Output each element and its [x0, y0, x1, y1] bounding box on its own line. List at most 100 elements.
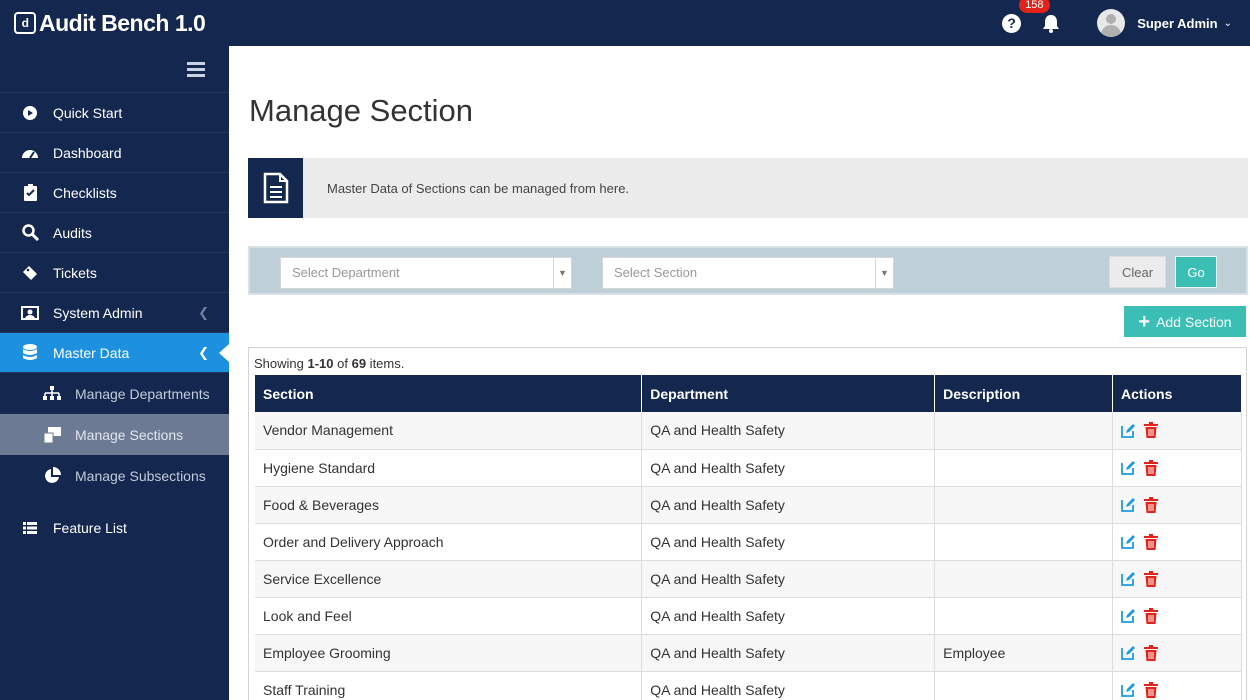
sidebar-item-audits[interactable]: Audits: [0, 213, 229, 253]
section-select[interactable]: Select Section ▼: [602, 257, 894, 289]
sidebar-subitem-label: Manage Departments: [75, 385, 210, 402]
department-select[interactable]: Select Department ▼: [280, 257, 572, 289]
table-row: Food & Beverages QA and Health Safety: [255, 486, 1242, 524]
help-icon[interactable]: ?: [1002, 13, 1022, 33]
info-banner: Master Data of Sections can be managed f…: [248, 158, 1248, 218]
section-select-placeholder: Select Section: [614, 265, 698, 280]
table-row: Staff Training QA and Health Safety: [255, 671, 1242, 700]
actions-cell: [1112, 449, 1242, 487]
edit-icon[interactable]: [1121, 497, 1136, 512]
system-admin-icon: [20, 303, 40, 323]
top-navbar: d Audit Bench 1.0 ? 158 Super Admin ⌄: [0, 0, 1250, 46]
department-cell: QA and Health Safety: [641, 523, 936, 561]
sidebar-item-dashboard[interactable]: Dashboard: [0, 133, 229, 173]
sidebar-item-label: Master Data: [53, 344, 130, 361]
sidebar-item-quick-start[interactable]: Quick Start: [0, 93, 229, 133]
column-header-department[interactable]: Department: [641, 375, 936, 412]
clear-button[interactable]: Clear: [1109, 256, 1166, 288]
description-cell: Employee: [934, 634, 1114, 672]
pie-chart-icon: [42, 466, 62, 486]
filter-bar: Select Department ▼ Select Section ▼ Cle…: [248, 246, 1248, 295]
department-cell: QA and Health Safety: [641, 634, 936, 672]
table-row: Vendor Management QA and Health Safety: [255, 412, 1242, 450]
edit-icon[interactable]: [1121, 460, 1136, 475]
info-text: Master Data of Sections can be managed f…: [327, 180, 630, 196]
chevron-down-icon[interactable]: ⌄: [1224, 18, 1232, 29]
description-cell: [934, 523, 1114, 561]
edit-icon[interactable]: [1121, 682, 1136, 697]
go-button[interactable]: Go: [1175, 256, 1217, 288]
department-select-placeholder: Select Department: [292, 265, 400, 280]
sidebar-item-tickets[interactable]: Tickets: [0, 253, 229, 293]
notification-count-badge: 158: [1019, 0, 1050, 13]
edit-icon[interactable]: [1121, 571, 1136, 586]
brand-logo-icon: d: [14, 12, 36, 34]
department-cell: QA and Health Safety: [641, 560, 936, 598]
actions-cell: [1112, 412, 1242, 450]
delete-icon[interactable]: [1144, 496, 1159, 513]
sidebar-subitem-label: Manage Sections: [75, 426, 184, 443]
edit-icon[interactable]: [1121, 608, 1136, 623]
table-row: Service Excellence QA and Health Safety: [255, 560, 1242, 598]
app-title: Audit Bench 1.0: [39, 9, 206, 36]
delete-icon[interactable]: [1144, 607, 1159, 624]
delete-icon[interactable]: [1144, 681, 1159, 698]
sidebar-item-system-admin[interactable]: System Admin ❮: [0, 293, 229, 333]
notifications-button[interactable]: 158: [1019, 0, 1063, 35]
hamburger-menu-icon[interactable]: [187, 62, 205, 80]
sidebar-item-label: Tickets: [53, 264, 97, 281]
section-cell: Look and Feel: [255, 597, 643, 635]
department-cell: QA and Health Safety: [641, 671, 936, 700]
delete-icon[interactable]: [1144, 570, 1159, 587]
plus-icon: +: [1138, 310, 1151, 333]
department-cell: QA and Health Safety: [641, 597, 936, 635]
edit-icon[interactable]: [1121, 534, 1136, 549]
description-cell: [934, 449, 1114, 487]
ticket-icon: [20, 263, 40, 283]
department-cell: QA and Health Safety: [641, 449, 936, 487]
sidebar-item-master-data[interactable]: Master Data ❮: [0, 333, 229, 373]
delete-icon[interactable]: [1144, 644, 1159, 661]
sidebar-item-label: Audits: [53, 224, 92, 241]
avatar[interactable]: [1097, 9, 1126, 37]
play-circle-icon: [20, 103, 40, 123]
user-name[interactable]: Super Admin: [1137, 16, 1217, 31]
bell-icon: [1043, 15, 1060, 33]
caret-down-icon[interactable]: ▼: [875, 258, 893, 288]
department-cell: QA and Health Safety: [641, 486, 936, 524]
column-header-actions: Actions: [1112, 375, 1242, 412]
sidebar-subitem-manage-subsections[interactable]: Manage Subsections: [0, 455, 229, 496]
add-section-button[interactable]: + Add Section: [1124, 306, 1246, 337]
sidebar-subitem-manage-departments[interactable]: Manage Departments: [0, 373, 229, 414]
delete-icon[interactable]: [1144, 533, 1159, 550]
gauge-icon: [20, 143, 40, 163]
edit-icon[interactable]: [1121, 645, 1136, 660]
column-header-section[interactable]: Section: [255, 375, 643, 412]
sidebar-item-checklists[interactable]: Checklists: [0, 173, 229, 213]
document-icon: [248, 158, 303, 218]
sidebar-subitem-manage-sections[interactable]: Manage Sections: [0, 414, 229, 455]
sidebar-item-label: System Admin: [53, 304, 143, 321]
app-brand[interactable]: d Audit Bench 1.0: [0, 9, 206, 37]
sidebar-item-feature-list[interactable]: Feature List: [0, 508, 229, 548]
sidebar-item-label: Feature List: [53, 520, 127, 536]
description-cell: [934, 412, 1114, 450]
sidebar-subitem-label: Manage Subsections: [75, 467, 206, 484]
column-header-description[interactable]: Description: [934, 375, 1114, 412]
table-row: Hygiene Standard QA and Health Safety: [255, 449, 1242, 487]
section-cell: Staff Training: [255, 671, 643, 700]
sections-table-panel: Showing 1-10 of 69 items. Section Depart…: [248, 347, 1247, 700]
sections-icon: [42, 425, 62, 445]
caret-down-icon[interactable]: ▼: [553, 258, 571, 288]
chevron-left-icon: ❮: [198, 305, 209, 320]
edit-icon[interactable]: [1121, 423, 1136, 438]
actions-cell: [1112, 671, 1242, 700]
actions-cell: [1112, 597, 1242, 635]
table-body: Vendor Management QA and Health Safety Hyg…: [255, 412, 1242, 700]
description-cell: [934, 597, 1114, 635]
add-section-label: Add Section: [1156, 313, 1232, 330]
sidebar: Quick Start Dashboard Checklists Audits …: [0, 46, 229, 700]
section-cell: Vendor Management: [255, 412, 643, 450]
delete-icon[interactable]: [1144, 459, 1159, 476]
delete-icon[interactable]: [1144, 422, 1159, 439]
